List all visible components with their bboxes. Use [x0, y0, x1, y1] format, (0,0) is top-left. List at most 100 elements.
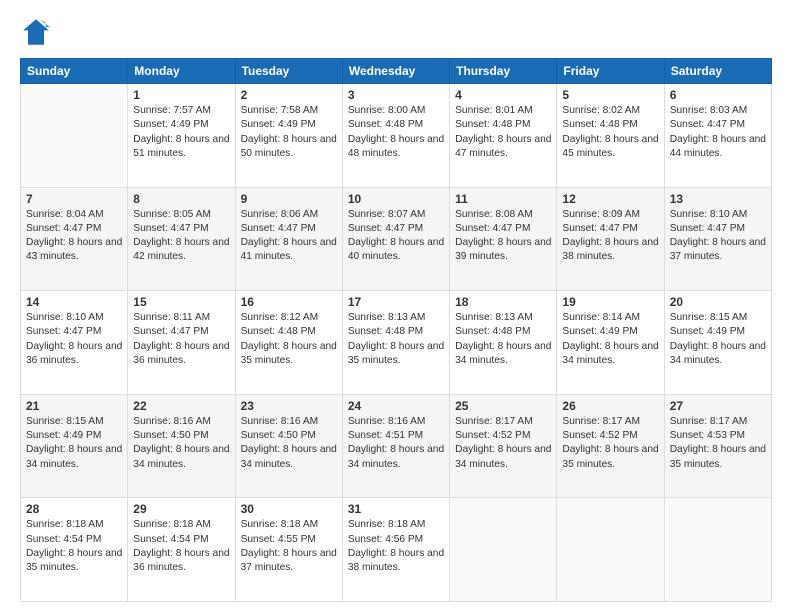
sunset: Sunset: 4:49 PM	[133, 118, 229, 132]
day-cell: 14 Sunrise: 8:10 AM Sunset: 4:47 PM Dayl…	[21, 291, 128, 395]
day-number: 22	[133, 399, 229, 413]
sunset: Sunset: 4:48 PM	[455, 325, 551, 339]
day-number: 24	[348, 399, 444, 413]
sunset: Sunset: 4:47 PM	[670, 118, 766, 132]
day-cell: 24 Sunrise: 8:16 AM Sunset: 4:51 PM Dayl…	[342, 394, 449, 498]
sunset: Sunset: 4:52 PM	[562, 429, 658, 443]
day-info: Sunrise: 8:17 AM Sunset: 4:52 PM Dayligh…	[562, 415, 658, 472]
sunrise: Sunrise: 8:08 AM	[455, 208, 551, 222]
day-cell	[450, 498, 557, 602]
sunrise: Sunrise: 7:57 AM	[133, 104, 229, 118]
daylight: Daylight: 8 hours and 34 minutes.	[562, 340, 658, 369]
daylight: Daylight: 8 hours and 34 minutes.	[241, 443, 337, 472]
day-cell: 25 Sunrise: 8:17 AM Sunset: 4:52 PM Dayl…	[450, 394, 557, 498]
sunset: Sunset: 4:47 PM	[26, 222, 122, 236]
day-info: Sunrise: 8:13 AM Sunset: 4:48 PM Dayligh…	[455, 311, 551, 368]
sunset: Sunset: 4:47 PM	[455, 222, 551, 236]
sunrise: Sunrise: 8:09 AM	[562, 208, 658, 222]
sunrise: Sunrise: 8:18 AM	[241, 518, 337, 532]
sunrise: Sunrise: 8:14 AM	[562, 311, 658, 325]
day-number: 1	[133, 88, 229, 102]
day-cell: 26 Sunrise: 8:17 AM Sunset: 4:52 PM Dayl…	[557, 394, 664, 498]
daylight: Daylight: 8 hours and 34 minutes.	[670, 340, 766, 369]
sunrise: Sunrise: 8:11 AM	[133, 311, 229, 325]
day-cell: 10 Sunrise: 8:07 AM Sunset: 4:47 PM Dayl…	[342, 187, 449, 291]
day-cell: 17 Sunrise: 8:13 AM Sunset: 4:48 PM Dayl…	[342, 291, 449, 395]
day-cell: 19 Sunrise: 8:14 AM Sunset: 4:49 PM Dayl…	[557, 291, 664, 395]
week-row-3: 14 Sunrise: 8:10 AM Sunset: 4:47 PM Dayl…	[21, 291, 772, 395]
day-cell: 27 Sunrise: 8:17 AM Sunset: 4:53 PM Dayl…	[664, 394, 771, 498]
daylight: Daylight: 8 hours and 45 minutes.	[562, 133, 658, 162]
day-number: 25	[455, 399, 551, 413]
day-number: 28	[26, 502, 122, 516]
sunrise: Sunrise: 8:17 AM	[670, 415, 766, 429]
daylight: Daylight: 8 hours and 39 minutes.	[455, 236, 551, 265]
day-number: 16	[241, 295, 337, 309]
weekday-header-thursday: Thursday	[450, 59, 557, 84]
sunset: Sunset: 4:54 PM	[133, 533, 229, 547]
sunset: Sunset: 4:47 PM	[133, 222, 229, 236]
day-number: 2	[241, 88, 337, 102]
day-cell: 1 Sunrise: 7:57 AM Sunset: 4:49 PM Dayli…	[128, 84, 235, 188]
daylight: Daylight: 8 hours and 35 minutes.	[26, 547, 122, 576]
calendar-table: SundayMondayTuesdayWednesdayThursdayFrid…	[20, 58, 772, 602]
day-cell: 11 Sunrise: 8:08 AM Sunset: 4:47 PM Dayl…	[450, 187, 557, 291]
sunset: Sunset: 4:52 PM	[455, 429, 551, 443]
sunrise: Sunrise: 8:05 AM	[133, 208, 229, 222]
day-cell: 3 Sunrise: 8:00 AM Sunset: 4:48 PM Dayli…	[342, 84, 449, 188]
day-number: 4	[455, 88, 551, 102]
day-info: Sunrise: 8:08 AM Sunset: 4:47 PM Dayligh…	[455, 208, 551, 265]
day-info: Sunrise: 8:00 AM Sunset: 4:48 PM Dayligh…	[348, 104, 444, 161]
day-number: 14	[26, 295, 122, 309]
day-number: 7	[26, 192, 122, 206]
daylight: Daylight: 8 hours and 35 minutes.	[562, 443, 658, 472]
day-cell	[557, 498, 664, 602]
day-cell: 18 Sunrise: 8:13 AM Sunset: 4:48 PM Dayl…	[450, 291, 557, 395]
sunrise: Sunrise: 8:15 AM	[26, 415, 122, 429]
daylight: Daylight: 8 hours and 38 minutes.	[348, 547, 444, 576]
sunrise: Sunrise: 8:18 AM	[348, 518, 444, 532]
day-cell: 8 Sunrise: 8:05 AM Sunset: 4:47 PM Dayli…	[128, 187, 235, 291]
day-cell: 15 Sunrise: 8:11 AM Sunset: 4:47 PM Dayl…	[128, 291, 235, 395]
day-info: Sunrise: 8:18 AM Sunset: 4:56 PM Dayligh…	[348, 518, 444, 575]
day-info: Sunrise: 8:01 AM Sunset: 4:48 PM Dayligh…	[455, 104, 551, 161]
day-info: Sunrise: 8:07 AM Sunset: 4:47 PM Dayligh…	[348, 208, 444, 265]
daylight: Daylight: 8 hours and 35 minutes.	[670, 443, 766, 472]
sunset: Sunset: 4:49 PM	[241, 118, 337, 132]
day-info: Sunrise: 8:14 AM Sunset: 4:49 PM Dayligh…	[562, 311, 658, 368]
day-cell: 9 Sunrise: 8:06 AM Sunset: 4:47 PM Dayli…	[235, 187, 342, 291]
day-number: 27	[670, 399, 766, 413]
daylight: Daylight: 8 hours and 34 minutes.	[26, 443, 122, 472]
day-info: Sunrise: 8:05 AM Sunset: 4:47 PM Dayligh…	[133, 208, 229, 265]
sunset: Sunset: 4:47 PM	[562, 222, 658, 236]
day-number: 3	[348, 88, 444, 102]
sunrise: Sunrise: 8:13 AM	[348, 311, 444, 325]
day-info: Sunrise: 8:03 AM Sunset: 4:47 PM Dayligh…	[670, 104, 766, 161]
day-number: 9	[241, 192, 337, 206]
sunrise: Sunrise: 8:03 AM	[670, 104, 766, 118]
day-number: 10	[348, 192, 444, 206]
day-info: Sunrise: 8:17 AM Sunset: 4:52 PM Dayligh…	[455, 415, 551, 472]
day-number: 29	[133, 502, 229, 516]
logo-icon	[20, 16, 52, 48]
day-info: Sunrise: 8:04 AM Sunset: 4:47 PM Dayligh…	[26, 208, 122, 265]
day-cell: 2 Sunrise: 7:58 AM Sunset: 4:49 PM Dayli…	[235, 84, 342, 188]
sunrise: Sunrise: 8:10 AM	[26, 311, 122, 325]
sunset: Sunset: 4:49 PM	[670, 325, 766, 339]
daylight: Daylight: 8 hours and 34 minutes.	[455, 340, 551, 369]
sunset: Sunset: 4:56 PM	[348, 533, 444, 547]
sunset: Sunset: 4:53 PM	[670, 429, 766, 443]
sunrise: Sunrise: 8:10 AM	[670, 208, 766, 222]
day-number: 18	[455, 295, 551, 309]
daylight: Daylight: 8 hours and 36 minutes.	[26, 340, 122, 369]
sunrise: Sunrise: 8:02 AM	[562, 104, 658, 118]
day-number: 19	[562, 295, 658, 309]
sunset: Sunset: 4:48 PM	[562, 118, 658, 132]
weekday-header-monday: Monday	[128, 59, 235, 84]
day-number: 17	[348, 295, 444, 309]
sunset: Sunset: 4:54 PM	[26, 533, 122, 547]
day-number: 5	[562, 88, 658, 102]
day-cell: 23 Sunrise: 8:16 AM Sunset: 4:50 PM Dayl…	[235, 394, 342, 498]
sunrise: Sunrise: 8:18 AM	[26, 518, 122, 532]
day-number: 11	[455, 192, 551, 206]
